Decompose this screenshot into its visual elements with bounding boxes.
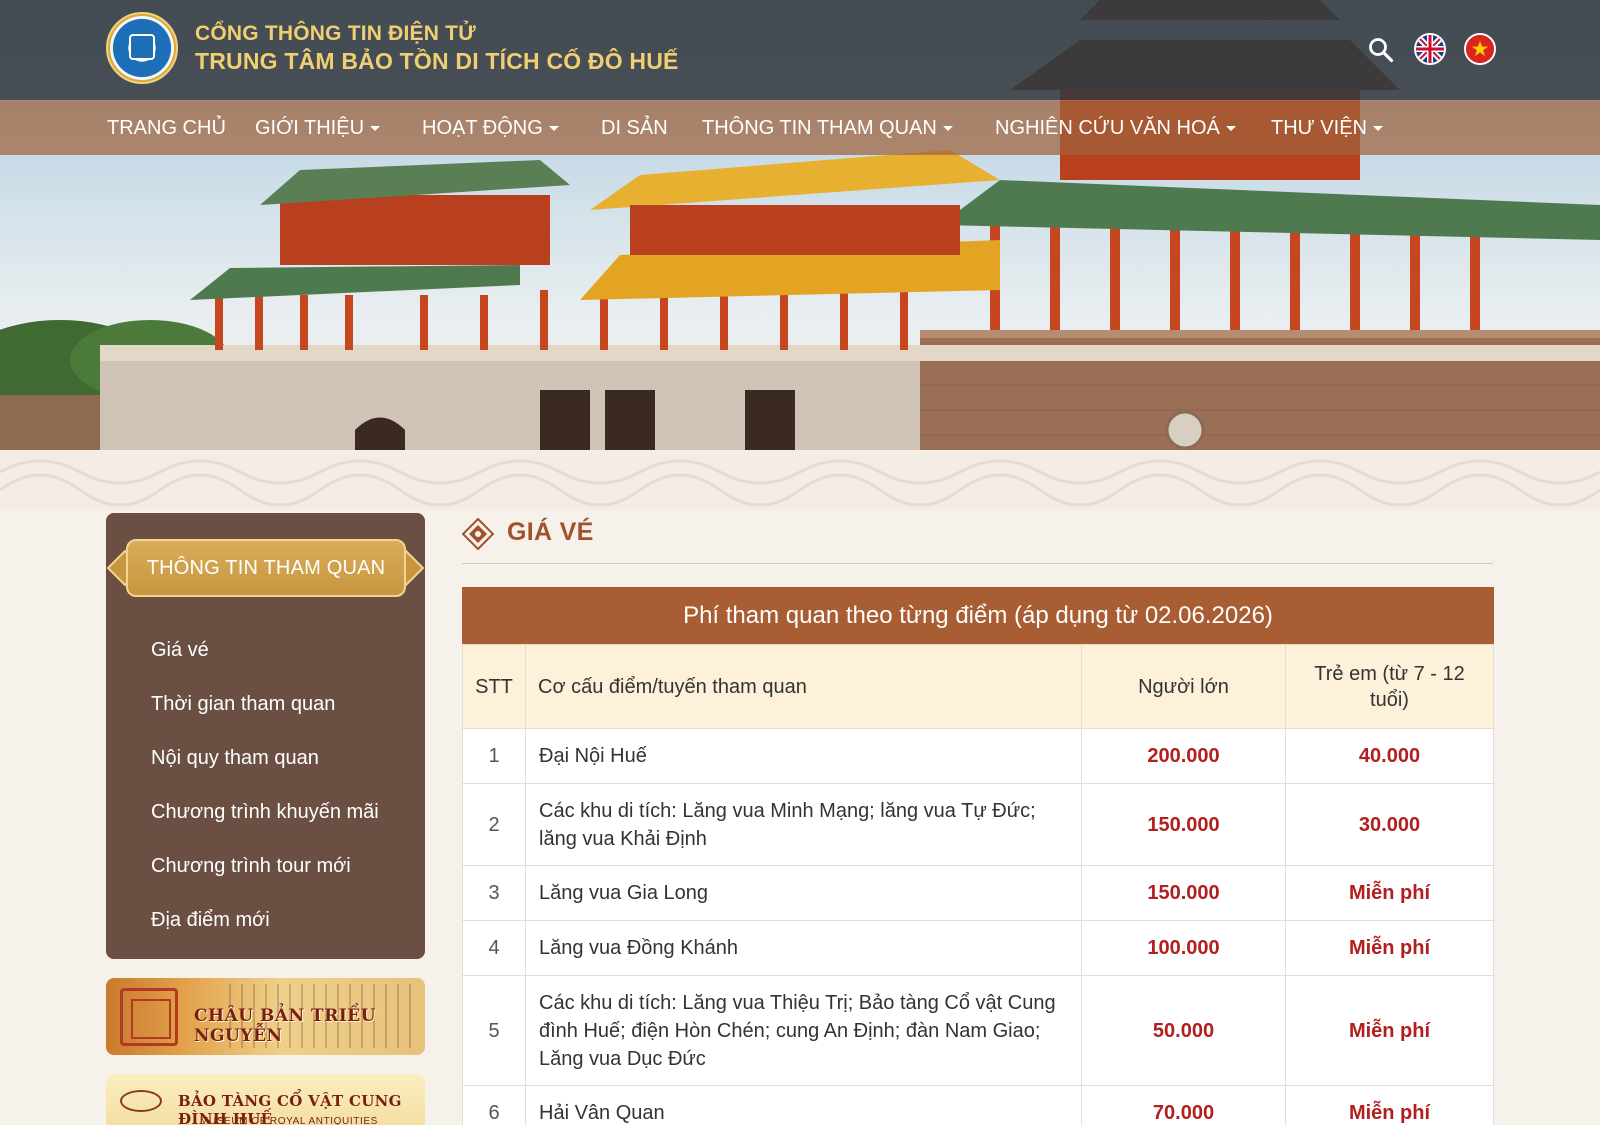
table-caption: Phí tham quan theo từng điểm (áp dụng từ… [462, 587, 1494, 644]
site-title-line2[interactable]: TRUNG TÂM BẢO TỒN DI TÍCH CỐ ĐÔ HUẾ [195, 48, 679, 75]
english-flag-icon[interactable] [1414, 33, 1446, 65]
search-icon[interactable] [1368, 37, 1394, 63]
column-header-child: Trẻ em (từ 7 - 12 tuổi) [1285, 644, 1494, 729]
sidebar-list: Giá vé Thời gian tham quan Nội quy tham … [106, 623, 425, 947]
promo-banner-royal-antiquities-museum[interactable]: BẢO TÀNG CỔ VẬT CUNG ĐÌNH HUẾ MUSEUM OF … [106, 1074, 425, 1125]
nav-item-library[interactable]: THƯ VIỆN [1271, 101, 1383, 156]
sidebar-item-visitor-rules[interactable]: Nội quy tham quan [106, 731, 425, 785]
chevron-down-icon [942, 126, 953, 132]
row-name: Hải Vân Quan [525, 1085, 1082, 1125]
ticket-price-table: Phí tham quan theo từng điểm (áp dụng từ… [462, 587, 1494, 1125]
chevron-down-icon [1372, 126, 1383, 132]
chevron-down-icon [370, 126, 381, 132]
row-adult-price: 70.000 [1081, 1085, 1286, 1125]
sidebar-menu: THÔNG TIN THAM QUAN Giá vé Thời gian tha… [106, 513, 425, 959]
row-stt: 4 [462, 920, 526, 976]
sidebar-title-banner: THÔNG TIN THAM QUAN [104, 533, 427, 603]
row-stt: 1 [462, 728, 526, 784]
site-logo[interactable] [106, 12, 178, 84]
seal-stamp-icon [120, 988, 178, 1046]
row-adult-price: 50.000 [1081, 975, 1286, 1086]
promo-banner-label: CHÂU BẢN TRIỀU NGUYỄN [194, 1006, 377, 1046]
row-adult-price: 100.000 [1081, 920, 1286, 976]
nav-item-introduction[interactable]: GIỚI THIỆU [255, 101, 381, 156]
sidebar-item-visiting-hours[interactable]: Thời gian tham quan [106, 677, 425, 731]
nav-item-heritage[interactable]: DI SẢN [601, 101, 668, 156]
sidebar-item-promotions[interactable]: Chương trình khuyến mãi [106, 785, 425, 839]
top-header-bar: CỔNG THÔNG TIN ĐIỆN TỬ TRUNG TÂM BẢO TỒN… [0, 0, 1600, 100]
row-stt: 3 [462, 865, 526, 921]
hero-banner: CỔNG THÔNG TIN ĐIỆN TỬ TRUNG TÂM BẢO TỒN… [0, 0, 1600, 450]
table-row: 2 Các khu di tích: Lăng vua Minh Mạng; l… [462, 783, 1494, 866]
row-name: Các khu di tích: Lăng vua Minh Mạng; lăn… [525, 783, 1082, 866]
main-navigation: TRANG CHỦ GIỚI THIỆU HOẠT ĐỘNG DI SẢN TH… [0, 100, 1600, 155]
row-child-price: 40.000 [1285, 728, 1494, 784]
row-child-price: Miễn phí [1285, 975, 1494, 1086]
row-name: Lăng vua Gia Long [525, 865, 1082, 921]
vietnamese-flag-icon[interactable] [1464, 33, 1496, 65]
sidebar-item-new-tours[interactable]: Chương trình tour mới [106, 839, 425, 893]
ornament-diamond-icon [462, 518, 494, 550]
row-adult-price: 200.000 [1081, 728, 1286, 784]
nav-item-cultural-research[interactable]: NGHIÊN CỨU VĂN HOÁ [995, 101, 1236, 156]
sidebar-item-ticket-price[interactable]: Giá vé [106, 623, 425, 677]
nav-item-activities[interactable]: HOẠT ĐỘNG [422, 101, 559, 156]
row-child-price: Miễn phí [1285, 920, 1494, 976]
column-header-stt: STT [462, 644, 526, 729]
row-name: Các khu di tích: Lăng vua Thiệu Trị; Bảo… [525, 975, 1082, 1086]
sidebar-title: THÔNG TIN THAM QUAN [126, 539, 406, 597]
table-row: 4 Lăng vua Đồng Khánh 100.000 Miễn phí [462, 920, 1494, 976]
row-name: Đại Nội Huế [525, 728, 1082, 784]
row-stt: 2 [462, 783, 526, 866]
divider [462, 563, 1493, 564]
table-row: 1 Đại Nội Huế 200.000 40.000 [462, 728, 1494, 784]
table-row: 5 Các khu di tích: Lăng vua Thiệu Trị; B… [462, 975, 1494, 1086]
row-child-price: Miễn phí [1285, 1085, 1494, 1125]
column-header-adult: Người lớn [1081, 644, 1286, 729]
nav-item-home[interactable]: TRANG CHỦ [107, 101, 226, 156]
sidebar-item-new-places[interactable]: Địa điểm mới [106, 893, 425, 947]
chevron-down-icon [1225, 126, 1236, 132]
row-stt: 6 [462, 1085, 526, 1125]
page-title: GIÁ VÉ [507, 518, 594, 546]
decorative-cloud-band [0, 450, 1600, 510]
row-adult-price: 150.000 [1081, 865, 1286, 921]
museum-emblem-icon [120, 1090, 162, 1112]
nav-item-visitor-info[interactable]: THÔNG TIN THAM QUAN [702, 101, 953, 156]
site-title-line1[interactable]: CỔNG THÔNG TIN ĐIỆN TỬ [195, 22, 476, 46]
table-row: 6 Hải Vân Quan 70.000 Miễn phí [462, 1085, 1494, 1125]
column-header-name: Cơ cấu điểm/tuyến tham quan [525, 644, 1082, 729]
promo-banner-nguyen-records[interactable]: CHÂU BẢN TRIỀU NGUYỄN [106, 978, 425, 1055]
row-name: Lăng vua Đồng Khánh [525, 920, 1082, 976]
row-child-price: 30.000 [1285, 783, 1494, 866]
row-adult-price: 150.000 [1081, 783, 1286, 866]
row-child-price: Miễn phí [1285, 865, 1494, 921]
table-row: 3 Lăng vua Gia Long 150.000 Miễn phí [462, 865, 1494, 921]
promo-banner-sublabel: MUSEUM OF ROYAL ANTIQUITIES [200, 1116, 378, 1125]
chevron-down-icon [548, 126, 559, 132]
table-header-row: STT Cơ cấu điểm/tuyến tham quan Người lớ… [462, 644, 1494, 729]
row-stt: 5 [462, 975, 526, 1086]
